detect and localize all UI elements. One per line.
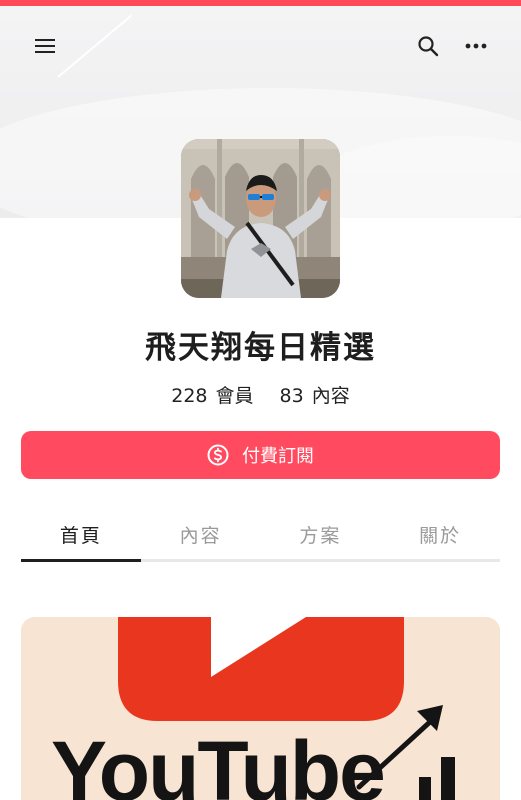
- members-label: 會員: [215, 385, 254, 407]
- creator-name: 飛天翔每日精選: [145, 330, 376, 366]
- search-icon[interactable]: [410, 28, 446, 64]
- content-count: 83: [279, 385, 304, 407]
- card-brand-text: YouTube: [51, 724, 386, 800]
- dollar-coin-icon: [207, 444, 229, 466]
- content-label: 內容: [311, 385, 350, 407]
- tab-content[interactable]: 內容: [141, 515, 261, 559]
- profile-tabs: 首頁 內容 方案 關於: [21, 515, 500, 562]
- subscribe-button[interactable]: 付費訂閱: [21, 431, 500, 479]
- more-horizontal-icon[interactable]: [458, 28, 494, 64]
- tab-home[interactable]: 首頁: [21, 515, 141, 562]
- members-count: 228: [171, 385, 208, 407]
- hamburger-menu-icon[interactable]: [27, 28, 63, 64]
- tab-plans[interactable]: 方案: [261, 515, 381, 559]
- post-card-thumbnail[interactable]: YouTube: [21, 617, 500, 800]
- profile-stats: 228 會員 83 內容: [0, 381, 521, 408]
- tab-about[interactable]: 關於: [380, 515, 500, 559]
- subscribe-label: 付費訂閱: [242, 446, 314, 467]
- creator-profile-page: 飛天翔每日精選 228 會員 83 內容 付費訂閱 首頁 內容 方案 關於 Yo…: [0, 0, 521, 800]
- avatar: [181, 139, 340, 298]
